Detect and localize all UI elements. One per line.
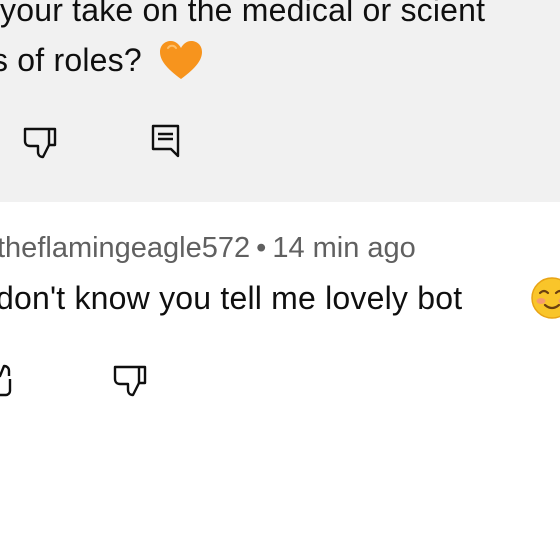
thumbs-down-icon[interactable]	[22, 124, 62, 160]
comment-text-line-2: s of roles?	[0, 42, 142, 78]
comment-username[interactable]: theflamingeagle572	[0, 232, 250, 264]
thumbs-down-icon[interactable]	[112, 362, 152, 398]
comments-page: your take on the medical or scient s of …	[0, 0, 560, 560]
comment-text: don't know you tell me lovely bot	[0, 280, 463, 316]
meta-separator: •	[256, 232, 267, 264]
comment-text-line-1: your take on the medical or scient	[0, 0, 486, 28]
blushing-smiley-icon	[531, 277, 560, 319]
highlighted-comment: your take on the medical or scient s of …	[0, 0, 560, 202]
thumbs-up-icon[interactable]	[0, 364, 14, 398]
orange-heart-icon	[160, 41, 202, 79]
comment-timestamp[interactable]: 14 min ago	[272, 232, 416, 264]
comment-meta: theflamingeagle572 • 14 min ago	[0, 228, 416, 268]
reply-icon[interactable]	[150, 122, 184, 158]
